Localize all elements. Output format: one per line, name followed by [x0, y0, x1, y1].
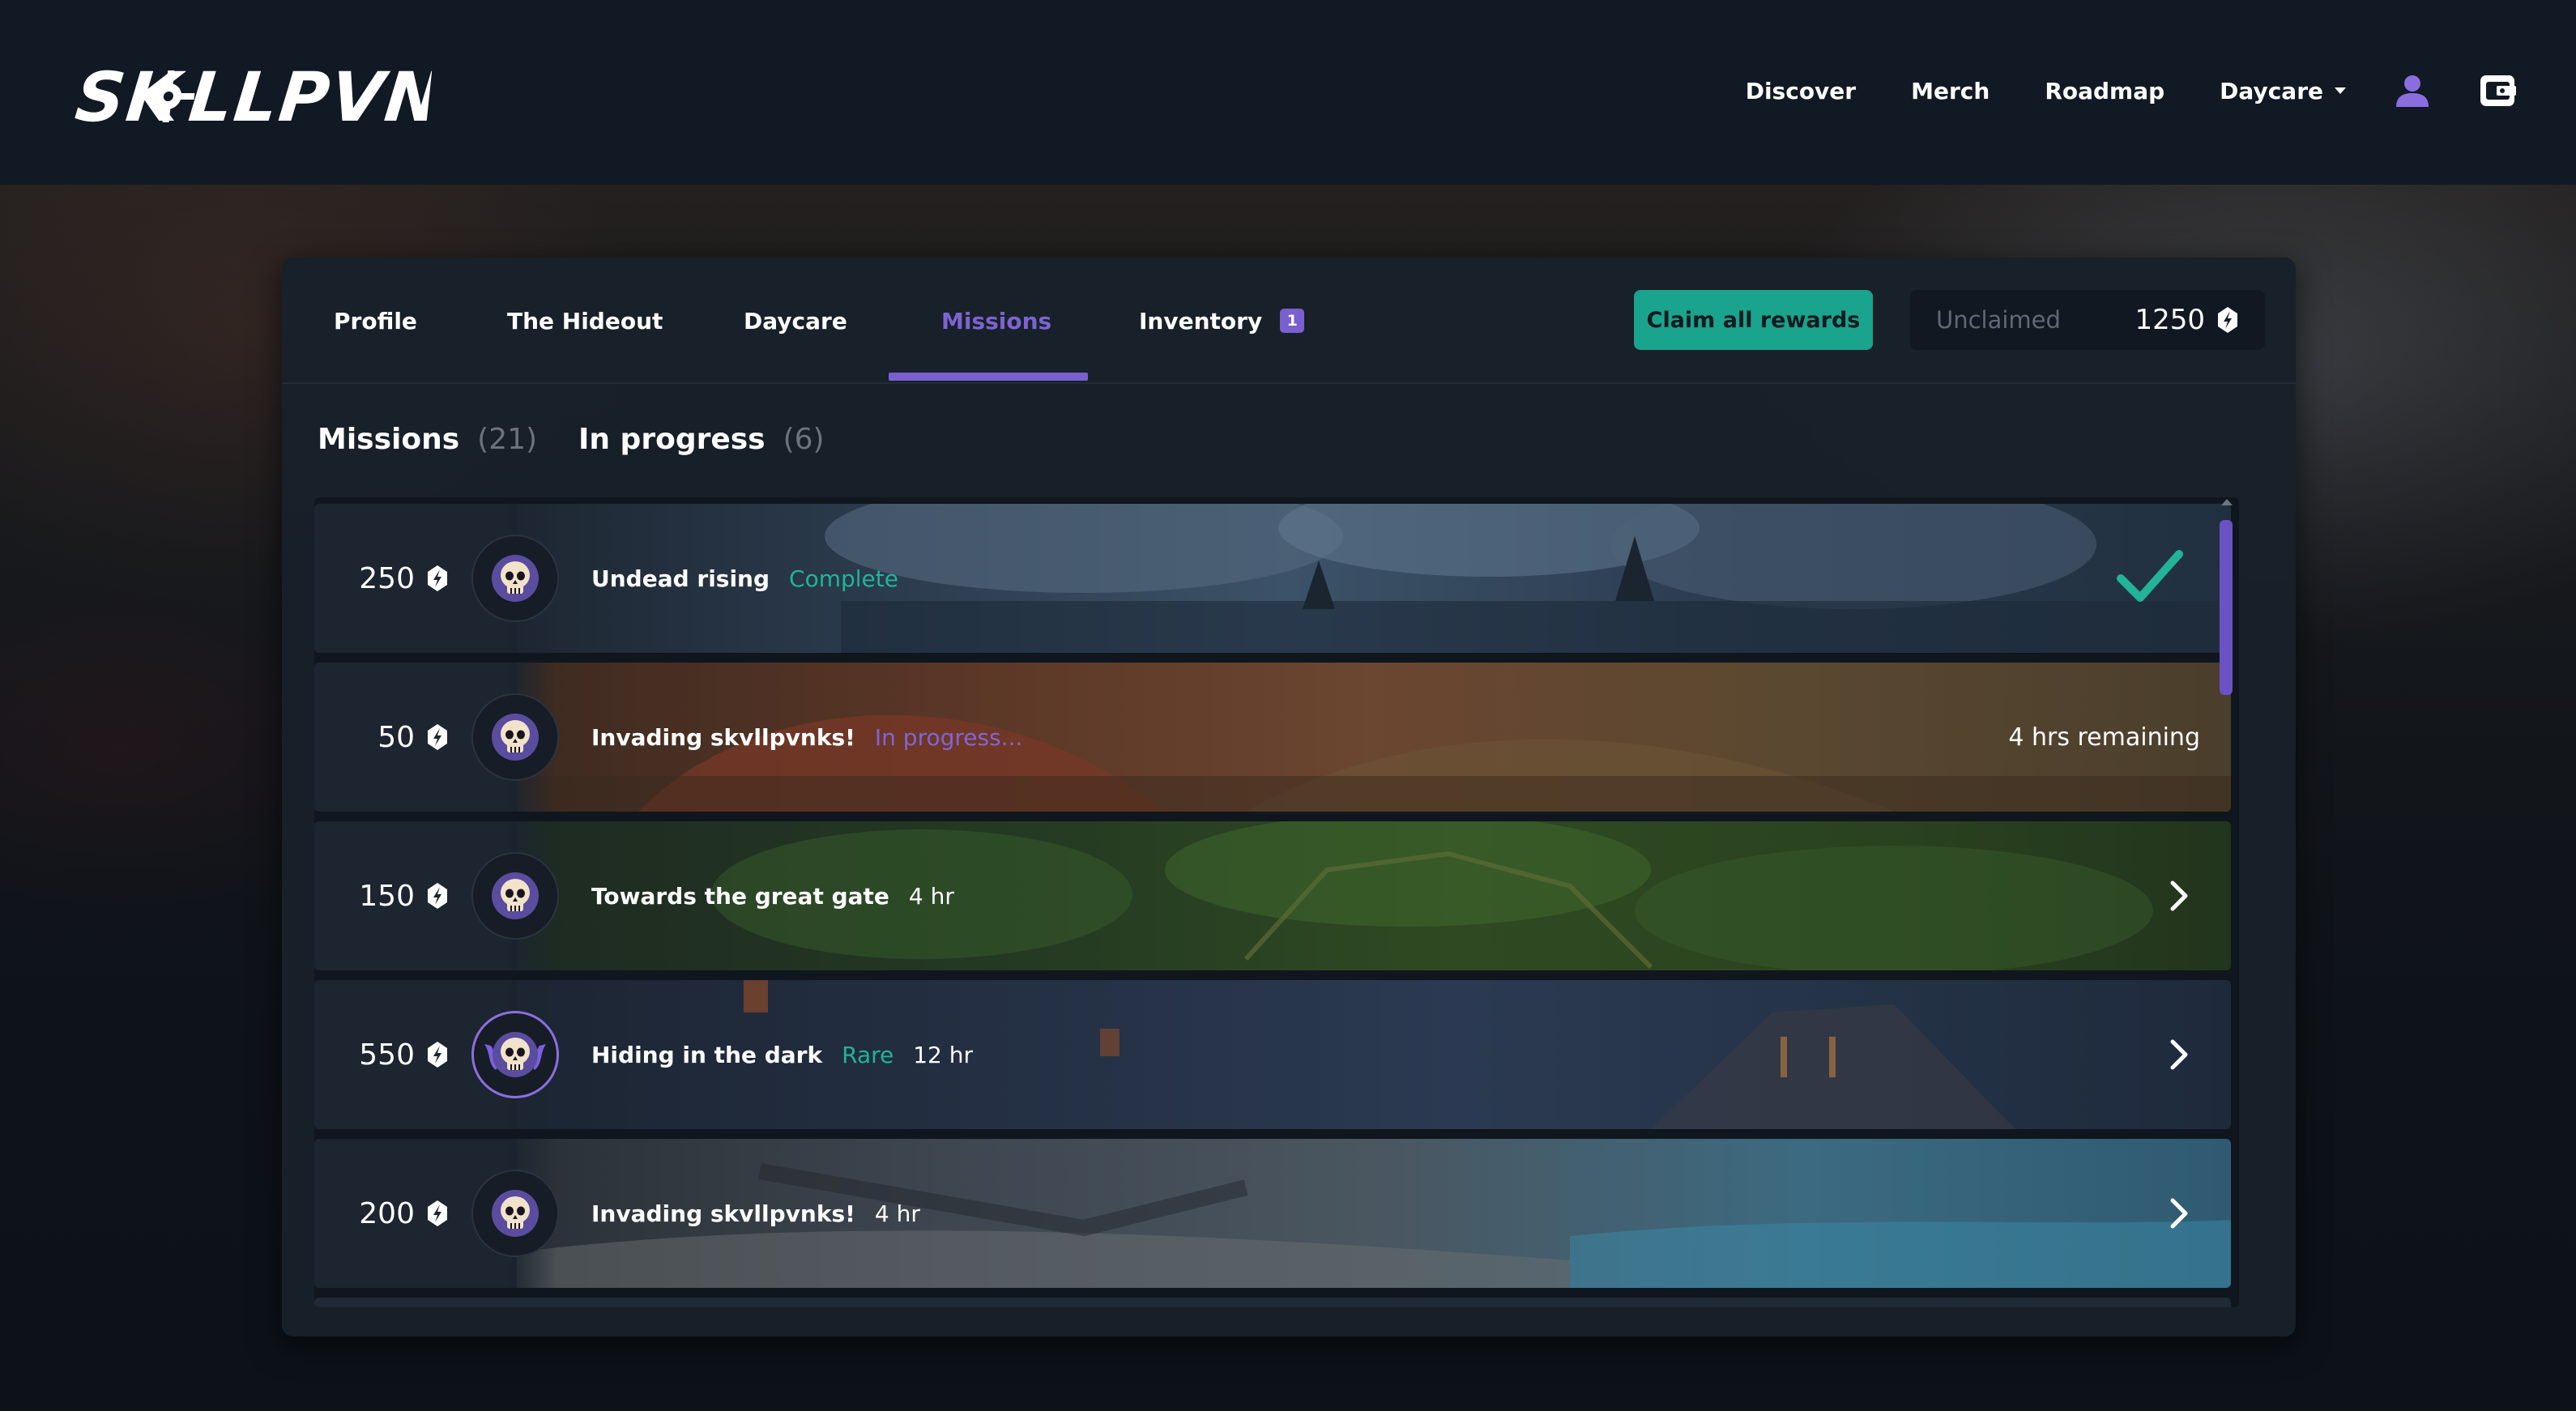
rare-skull-icon	[484, 1032, 546, 1077]
wallet-icon[interactable]	[2479, 72, 2516, 109]
mission-row-hiding-in-the-dark[interactable]: 550 Hiding in the dark Rare 12 hr	[314, 980, 2231, 1129]
mission-row-undead-rising[interactable]: 250 Undead rising Complete	[314, 504, 2231, 653]
mission-row-invading-skvllpvnks[interactable]: 50 Invading skvllpvnks! In progress... 4…	[314, 663, 2231, 812]
scroll-up-arrow-icon[interactable]	[2221, 499, 2233, 505]
mission-name: Undead rising	[591, 565, 770, 592]
missions-count: (21)	[477, 422, 538, 456]
missions-panel: Profile The Hideout Daycare Missions Inv…	[282, 258, 2296, 1336]
tab-bar: Profile The Hideout Daycare Missions Inv…	[282, 258, 2296, 384]
caret-down-icon	[2335, 87, 2346, 94]
mission-row-partial	[314, 1298, 2231, 1307]
logo-wordmark: SK LLPVNKZ	[72, 59, 433, 132]
unclaimed-value: 1250	[2135, 304, 2205, 336]
nav-merch[interactable]: Merch	[1911, 78, 1990, 104]
mission-row-towards-the-great-gate[interactable]: 150 Towards the great gate 4 hr	[314, 821, 2231, 970]
mission-duration: 4 hr	[908, 882, 954, 910]
token-icon	[428, 883, 447, 909]
main-nav: Discover Merch Roadmap Daycare	[1746, 65, 2576, 117]
mission-avatar	[471, 852, 559, 940]
mission-reward: 150	[314, 821, 449, 970]
chevron-right-icon[interactable]	[2160, 1035, 2199, 1074]
tab-inventory[interactable]: Inventory 1	[1139, 258, 1305, 384]
top-navigation: SK LLPVNKZ Discover Merch Roadmap Daycar…	[0, 0, 2576, 185]
token-icon	[428, 1042, 447, 1068]
chevron-right-icon[interactable]	[2160, 876, 2199, 915]
active-tab-indicator	[889, 373, 1088, 381]
mission-avatar	[471, 535, 559, 622]
tab-profile[interactable]: Profile	[334, 258, 417, 384]
skull-icon	[492, 1190, 539, 1237]
mission-avatar	[471, 693, 559, 781]
nav-discover[interactable]: Discover	[1746, 78, 1856, 104]
mission-info: Hiding in the dark Rare 12 hr	[591, 980, 973, 1129]
tab-missions[interactable]: Missions	[941, 258, 1051, 384]
mission-reward: 200	[314, 1139, 449, 1288]
unclaimed-label: Unclaimed	[1936, 306, 2061, 334]
checkmark-icon	[2117, 550, 2183, 602]
mission-list-scrollbar[interactable]	[2215, 497, 2239, 1307]
tab-the-hideout[interactable]: The Hideout	[507, 258, 663, 384]
mission-rarity-tag: Rare	[842, 1041, 894, 1068]
in-progress-heading[interactable]: In progress (6)	[578, 415, 825, 463]
in-progress-count: (6)	[783, 422, 825, 456]
mission-status: In progress...	[874, 723, 1023, 751]
mission-reward: 250	[314, 504, 449, 653]
mission-status: Complete	[789, 565, 898, 592]
claim-all-rewards-button[interactable]: Claim all rewards	[1634, 290, 1873, 350]
skull-icon	[492, 872, 539, 919]
tab-daycare[interactable]: Daycare	[744, 258, 847, 384]
mission-info: Undead rising Complete	[591, 504, 898, 653]
skull-icon	[492, 555, 539, 602]
user-icon[interactable]	[2395, 73, 2430, 109]
token-icon	[428, 724, 447, 750]
token-icon	[2218, 307, 2237, 333]
inventory-count-badge: 1	[1280, 309, 1305, 333]
svg-text:LLPVNKZ: LLPVNKZ	[186, 59, 433, 132]
time-remaining: 4 hrs remaining	[2008, 723, 2200, 752]
chevron-right-icon[interactable]	[2160, 1194, 2199, 1233]
mission-name: Hiding in the dark	[591, 1041, 823, 1068]
skull-icon	[492, 714, 539, 761]
mission-info: Invading skvllpvnks! In progress...	[591, 663, 1022, 812]
missions-heading[interactable]: Missions (21)	[318, 415, 537, 463]
brand-logo[interactable]: SK LLPVNKZ	[72, 57, 433, 134]
mission-name: Invading skvllpvnks!	[591, 723, 855, 751]
nav-roadmap[interactable]: Roadmap	[2045, 78, 2164, 104]
mission-info: Invading skvllpvnks! 4 hr	[591, 1139, 920, 1288]
mission-avatar-rare	[471, 1011, 559, 1098]
mission-name: Towards the great gate	[591, 882, 889, 910]
token-icon	[428, 565, 447, 591]
mission-list: 250 Undead rising Complete 50 Invading s…	[314, 497, 2239, 1307]
mission-reward: 550	[314, 980, 449, 1129]
unclaimed-rewards-display: Unclaimed 1250	[1910, 290, 2265, 350]
nav-daycare-dropdown[interactable]: Daycare	[2220, 78, 2346, 104]
scrollbar-thumb[interactable]	[2220, 520, 2233, 695]
mission-name: Invading skvllpvnks!	[591, 1200, 855, 1227]
mission-row-invading-skvllpvnks-2[interactable]: 200 Invading skvllpvnks! 4 hr	[314, 1139, 2231, 1288]
mission-reward: 50	[314, 663, 449, 812]
token-icon	[428, 1200, 447, 1226]
mission-info: Towards the great gate 4 hr	[591, 821, 954, 970]
mission-avatar	[471, 1170, 559, 1257]
mission-duration: 4 hr	[874, 1200, 920, 1227]
mission-duration: 12 hr	[913, 1041, 974, 1068]
